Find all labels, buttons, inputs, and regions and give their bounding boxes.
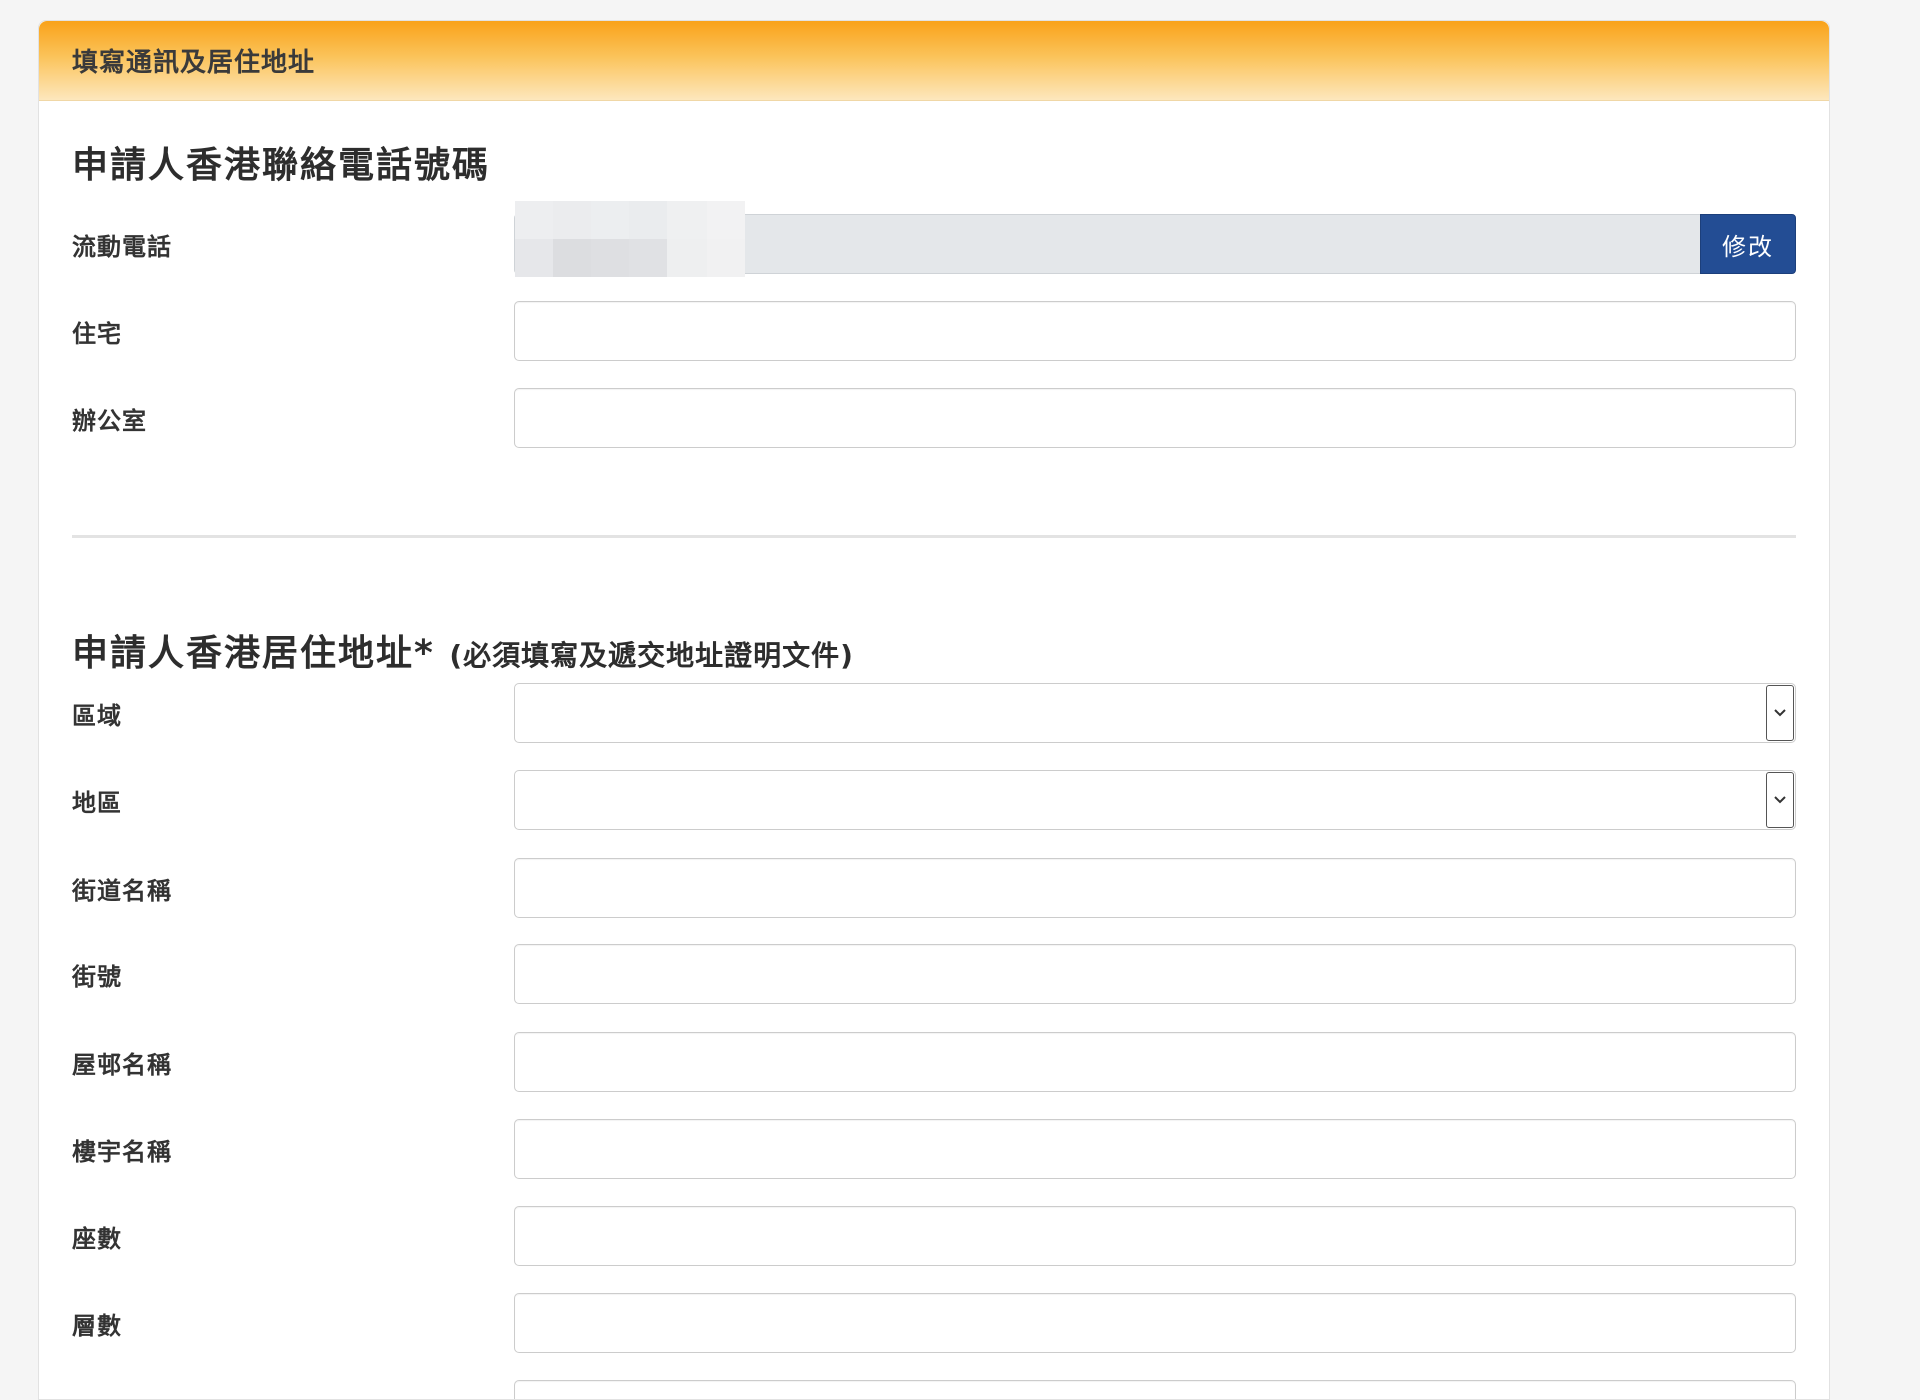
- home-phone-row: 住宅: [72, 300, 1796, 362]
- unit-control: [514, 1380, 1796, 1400]
- floor-input[interactable]: [514, 1293, 1796, 1353]
- estate-name-control: [514, 1032, 1796, 1092]
- street-name-control: [514, 858, 1796, 918]
- address-section-note: (必須填寫及遞交地址證明文件): [449, 639, 854, 672]
- office-phone-label: 辦公室: [72, 401, 514, 436]
- block-control: [514, 1206, 1796, 1266]
- floor-control: [514, 1293, 1796, 1353]
- home-phone-input[interactable]: [514, 301, 1796, 361]
- panel-header: 填寫通訊及居住地址: [39, 21, 1829, 101]
- unit-input[interactable]: [514, 1380, 1796, 1400]
- contact-section-title: 申請人香港聯絡電話號碼: [72, 136, 490, 188]
- street-name-input[interactable]: [514, 858, 1796, 918]
- block-label: 座數: [72, 1219, 514, 1254]
- street-name-row: 街道名稱: [72, 857, 1796, 919]
- redacted-phone-number: [515, 201, 745, 277]
- building-name-label: 樓宇名稱: [72, 1132, 514, 1167]
- building-name-row: 樓宇名稱: [72, 1118, 1796, 1180]
- district-select[interactable]: [514, 770, 1796, 830]
- edit-mobile-button[interactable]: 修改: [1700, 214, 1796, 274]
- district-label: 地區: [72, 783, 514, 818]
- estate-name-row: 屋邨名稱: [72, 1031, 1796, 1093]
- street-number-control: [514, 944, 1796, 1004]
- floor-row: 層數: [72, 1292, 1796, 1354]
- building-name-input[interactable]: [514, 1119, 1796, 1179]
- street-number-row: 街號: [72, 943, 1796, 1005]
- estate-name-label: 屋邨名稱: [72, 1045, 514, 1080]
- estate-name-input[interactable]: [514, 1032, 1796, 1092]
- district-row: 地區: [72, 769, 1796, 831]
- block-row: 座數: [72, 1205, 1796, 1267]
- chevron-down-icon[interactable]: [1766, 772, 1794, 828]
- chevron-down-icon[interactable]: [1766, 685, 1794, 741]
- region-control: [514, 683, 1796, 743]
- office-phone-row: 辦公室: [72, 387, 1796, 449]
- section-divider: [72, 535, 1796, 538]
- floor-label: 層數: [72, 1306, 514, 1341]
- panel-title: 填寫通訊及居住地址: [72, 42, 315, 79]
- address-section-title-text: 申請人香港居住地址*: [72, 633, 435, 674]
- block-input[interactable]: [514, 1206, 1796, 1266]
- unit-label: 單位/室/房: [72, 1393, 514, 1400]
- region-row: 區域: [72, 682, 1796, 744]
- building-name-control: [514, 1119, 1796, 1179]
- home-phone-label: 住宅: [72, 314, 514, 349]
- address-section-title: 申請人香港居住地址* (必須填寫及遞交地址證明文件): [72, 624, 854, 676]
- region-select[interactable]: [514, 683, 1796, 743]
- office-phone-control: [514, 388, 1796, 448]
- street-number-label: 街號: [72, 957, 514, 992]
- region-label: 區域: [72, 696, 514, 731]
- home-phone-control: [514, 301, 1796, 361]
- mobile-phone-field: [514, 214, 1700, 274]
- unit-row: 單位/室/房: [72, 1379, 1796, 1400]
- street-number-input[interactable]: [514, 944, 1796, 1004]
- district-control: [514, 770, 1796, 830]
- mobile-phone-label: 流動電話: [72, 227, 514, 262]
- mobile-phone-row: 流動電話 修改: [72, 213, 1796, 275]
- street-name-label: 街道名稱: [72, 871, 514, 906]
- office-phone-input[interactable]: [514, 388, 1796, 448]
- mobile-phone-group: 修改: [514, 214, 1796, 274]
- address-form-panel: 填寫通訊及居住地址 申請人香港聯絡電話號碼 流動電話 修改: [38, 20, 1830, 1400]
